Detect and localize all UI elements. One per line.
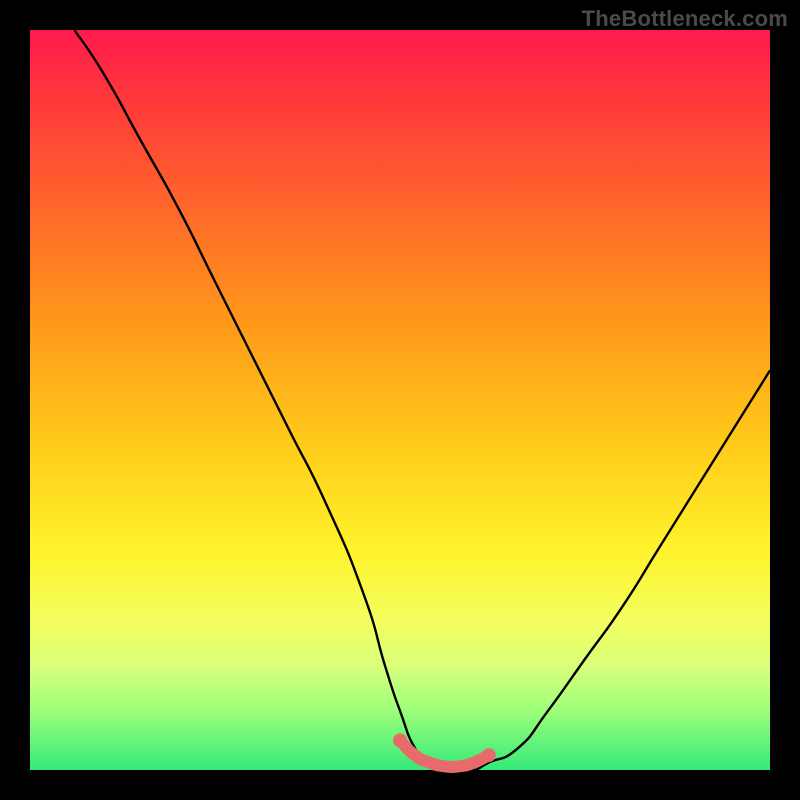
watermark-text: TheBottleneck.com [582,6,788,32]
highlight-start-dot [393,733,407,747]
highlight-end-dot [482,748,496,762]
plot-area [30,30,770,770]
bottleneck-curve-path [74,30,770,771]
chart-svg [30,30,770,770]
chart-frame: TheBottleneck.com [0,0,800,800]
